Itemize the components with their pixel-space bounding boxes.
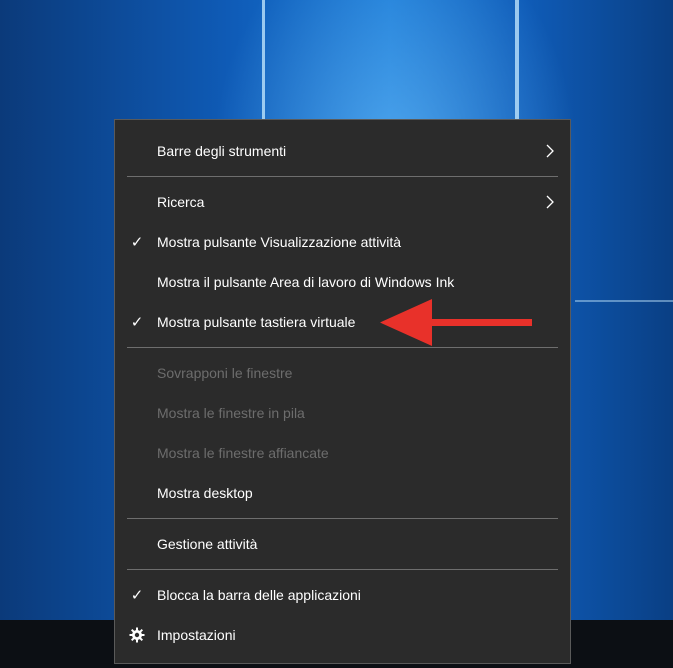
wallpaper-light-beam bbox=[262, 0, 265, 120]
menu-item-show-desktop[interactable]: Mostra desktop bbox=[115, 473, 570, 513]
menu-item-task-manager[interactable]: Gestione attività bbox=[115, 524, 570, 564]
menu-item-label: Gestione attività bbox=[157, 536, 258, 552]
wallpaper-light-beam bbox=[575, 300, 673, 302]
checkmark-icon: ✓ bbox=[130, 587, 144, 604]
menu-item-label: Ricerca bbox=[157, 194, 205, 210]
menu-item-label: Mostra le finestre in pila bbox=[157, 405, 305, 421]
taskbar-context-menu: Barre degli strumenti Ricerca ✓ Mostra p… bbox=[114, 119, 571, 664]
menu-item-label: Sovrapponi le finestre bbox=[157, 365, 293, 381]
menu-item-settings[interactable]: Impostazioni bbox=[115, 615, 570, 655]
menu-separator bbox=[127, 518, 558, 519]
menu-item-label: Barre degli strumenti bbox=[157, 143, 287, 159]
menu-separator bbox=[127, 176, 558, 177]
chevron-right-icon bbox=[546, 195, 554, 209]
menu-item-cascade-windows: Sovrapponi le finestre bbox=[115, 353, 570, 393]
menu-separator bbox=[127, 569, 558, 570]
checkmark-icon: ✓ bbox=[130, 234, 144, 251]
menu-item-search[interactable]: Ricerca bbox=[115, 182, 570, 222]
menu-item-show-task-view-button[interactable]: ✓ Mostra pulsante Visualizzazione attivi… bbox=[115, 222, 570, 262]
menu-item-label: Mostra desktop bbox=[157, 485, 253, 501]
menu-item-label: Blocca la barra delle applicazioni bbox=[157, 587, 361, 603]
menu-item-label: Mostra pulsante Visualizzazione attività bbox=[157, 234, 402, 250]
menu-item-label: Mostra il pulsante Area di lavoro di Win… bbox=[157, 274, 455, 290]
menu-item-stack-windows: Mostra le finestre in pila bbox=[115, 393, 570, 433]
wallpaper-light-beam bbox=[515, 0, 519, 120]
chevron-right-icon bbox=[546, 144, 554, 158]
menu-item-side-by-side-windows: Mostra le finestre affiancate bbox=[115, 433, 570, 473]
menu-item-lock-taskbar[interactable]: ✓ Blocca la barra delle applicazioni bbox=[115, 575, 570, 615]
menu-item-label: Mostra le finestre affiancate bbox=[157, 445, 329, 461]
gear-icon bbox=[129, 627, 145, 643]
menu-item-toolbars[interactable]: Barre degli strumenti bbox=[115, 131, 570, 171]
checkmark-icon: ✓ bbox=[130, 314, 144, 331]
menu-item-label: Mostra pulsante tastiera virtuale bbox=[157, 314, 356, 330]
menu-item-label: Impostazioni bbox=[157, 627, 236, 643]
red-arrow-icon bbox=[380, 299, 532, 346]
